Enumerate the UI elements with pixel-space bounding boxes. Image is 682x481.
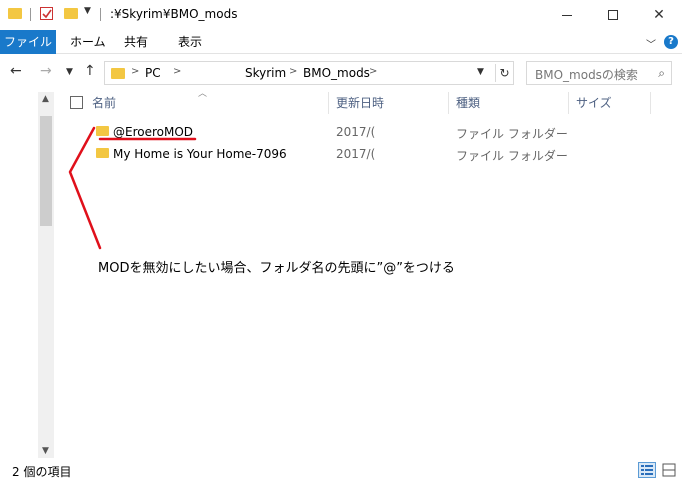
annotation-text: MODを無効にしたい場合、フォルダ名の先頭に”@”をつける (98, 261, 455, 276)
status-bar: 2 個の項目 (0, 459, 682, 481)
item-count: 2 個の項目 (12, 465, 72, 479)
annotation-pointer (68, 126, 197, 250)
details-view-icon[interactable] (638, 462, 656, 478)
large-icons-view-icon[interactable] (661, 462, 677, 478)
